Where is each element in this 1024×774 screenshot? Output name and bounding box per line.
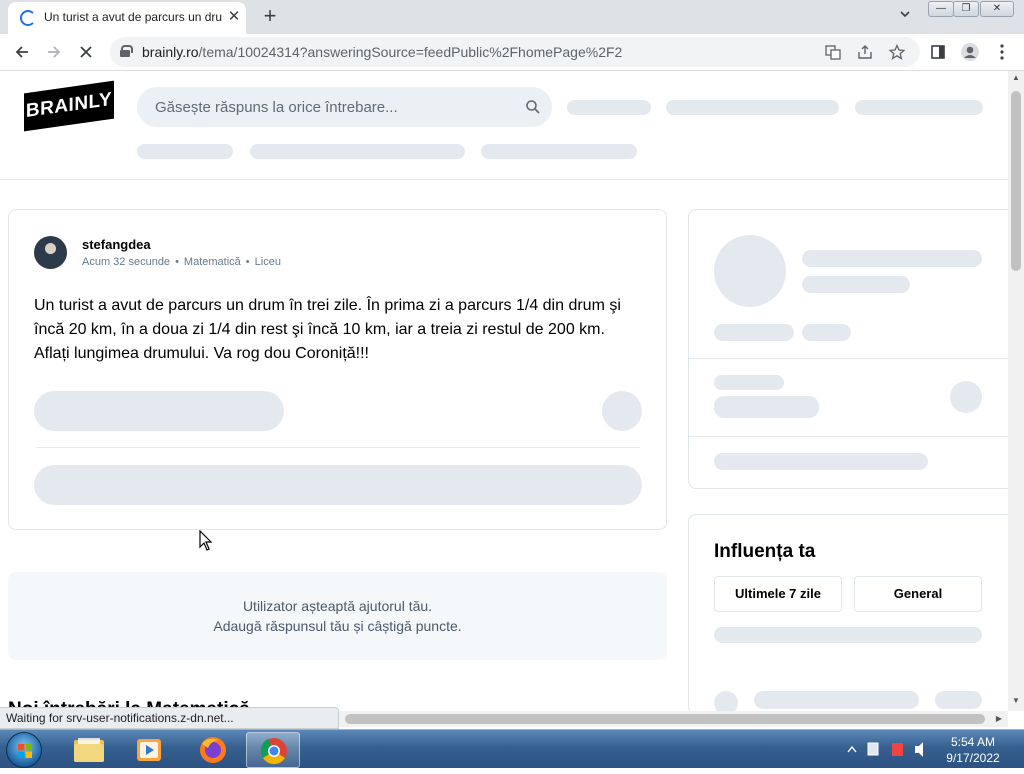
tab-title: Un turist a avut de parcurs un drum în t… [44, 10, 222, 24]
scroll-right-arrow-icon[interactable]: ▶ [992, 711, 1006, 727]
nav-skeleton [567, 100, 651, 115]
file-explorer-icon[interactable] [62, 732, 116, 768]
scroll-up-arrow-icon[interactable]: ▲ [1008, 73, 1024, 87]
card-divider [689, 436, 1008, 437]
windows-logo-icon [18, 744, 32, 758]
text-skeleton [935, 691, 982, 709]
waiting-line-2: Adaugă răspunsul tău și câștigă puncte. [213, 618, 462, 634]
action-skeleton [602, 391, 642, 431]
header-divider [0, 179, 1008, 180]
vertical-scroll-thumb[interactable] [1011, 91, 1021, 271]
influence-card: Influența ta Ultimele 7 zile General [688, 514, 1008, 711]
tab-search-chevron-icon[interactable] [896, 8, 914, 26]
clock-time: 5:54 AM [950, 735, 996, 749]
firefox-icon[interactable] [186, 732, 240, 768]
card-divider [689, 358, 1008, 359]
level-label: Liceu [254, 256, 281, 268]
mouse-cursor-icon [199, 529, 213, 552]
url-text: brainly.ro/tema/10024314?answeringSource… [142, 44, 623, 60]
text-skeleton [802, 250, 982, 267]
system-clock[interactable]: 5:54 AM 9/17/2022 [940, 734, 1006, 766]
nav-skeleton [250, 144, 465, 159]
clock-date: 9/17/2022 [946, 751, 1000, 765]
back-arrow-icon[interactable] [10, 40, 34, 64]
answer-box-skeleton [34, 465, 642, 505]
brainly-logo[interactable]: BRAINLY [24, 80, 114, 132]
minimize-button[interactable]: — [928, 1, 954, 17]
volume-icon [915, 742, 923, 757]
text-skeleton [714, 453, 928, 470]
media-player-icon[interactable] [122, 732, 176, 768]
text-skeleton [802, 276, 910, 293]
influence-title: Influența ta [714, 541, 816, 562]
tab-close-icon[interactable]: ✕ [226, 9, 242, 25]
text-skeleton [714, 396, 819, 418]
text-skeleton [802, 324, 851, 341]
search-input[interactable] [155, 97, 515, 117]
horizontal-scroll-thumb[interactable] [345, 714, 985, 724]
waiting-line-1: Utilizator așteaptă ajutorul tău. [242, 598, 433, 614]
browser-toolbar: brainly.ro/tema/10024314?answeringSource… [0, 34, 1024, 71]
avatar-skeleton [714, 235, 786, 307]
icon-skeleton [714, 691, 738, 711]
nav-skeleton [481, 144, 637, 159]
subject-link[interactable]: Matematică [184, 256, 241, 268]
lock-icon[interactable] [120, 45, 133, 57]
page-viewport: BRAINLY stefangdea Acum 32 secunde•Matem… [0, 71, 1008, 711]
search-bar[interactable] [137, 87, 552, 127]
nav-skeleton [666, 100, 839, 115]
share-icon[interactable] [854, 41, 876, 63]
waiting-notice: Utilizator așteaptă ajutorul tău. Adaugă… [8, 572, 667, 660]
forward-arrow-icon[interactable] [42, 40, 66, 64]
windows-taskbar: 5:54 AM 9/17/2022 [0, 729, 1024, 768]
search-icon[interactable] [525, 99, 541, 115]
question-card: stefangdea Acum 32 secunde • Matematică • Li… [8, 209, 667, 530]
start-button[interactable] [6, 732, 42, 768]
side-panel-icon[interactable] [926, 40, 950, 64]
tab-general[interactable]: General [854, 576, 982, 612]
question-time: Acum 32 secunde [82, 256, 171, 268]
stop-loading-icon[interactable] [74, 40, 98, 64]
browser-tab[interactable]: Un turist a avut de parcurs un drum în t… [8, 2, 246, 34]
close-window-button[interactable]: ✕ [980, 1, 1014, 17]
bookmark-star-icon[interactable] [886, 41, 908, 63]
text-skeleton [714, 375, 784, 390]
answer-button-skeleton [34, 391, 284, 431]
translate-icon[interactable] [822, 41, 844, 63]
author-name[interactable]: stefangdea [82, 237, 151, 252]
address-bar[interactable]: brainly.ro/tema/10024314?answeringSource… [110, 37, 920, 67]
loading-spinner-icon [20, 10, 36, 26]
avatar[interactable] [34, 236, 67, 269]
profile-avatar-icon[interactable] [958, 40, 982, 64]
card-divider [36, 447, 640, 448]
show-hidden-icons-icon [847, 745, 857, 753]
nav-skeleton [137, 144, 233, 159]
text-skeleton [754, 691, 919, 709]
text-skeleton [714, 324, 794, 341]
question-text: Un turist a avut de parcurs un drum în t… [34, 297, 621, 362]
profile-card-skeleton [688, 209, 1008, 489]
browser-status-bubble: Waiting for srv-user-notifications.z-dn.… [0, 707, 339, 729]
nav-skeleton [855, 100, 983, 115]
new-tab-button[interactable]: + [258, 5, 282, 29]
tab-last-7-days[interactable]: Ultimele 7 zile [714, 576, 842, 612]
maximize-button[interactable]: ❐ [953, 1, 979, 17]
icon-skeleton [950, 381, 982, 413]
chart-skeleton [714, 627, 982, 643]
chrome-icon[interactable] [246, 732, 300, 768]
menu-dots-icon[interactable] [990, 40, 1014, 64]
network-icon [867, 742, 879, 756]
action-center-flag-icon [892, 743, 903, 756]
vertical-scrollbar[interactable]: ▲ ▼ [1008, 71, 1024, 711]
question-meta: Acum 32 secunde • Matematică • Liceu [82, 256, 281, 268]
scroll-down-arrow-icon[interactable]: ▼ [1008, 696, 1024, 710]
browser-tab-strip: Un turist a avut de parcurs un drum în t… [0, 0, 1024, 34]
